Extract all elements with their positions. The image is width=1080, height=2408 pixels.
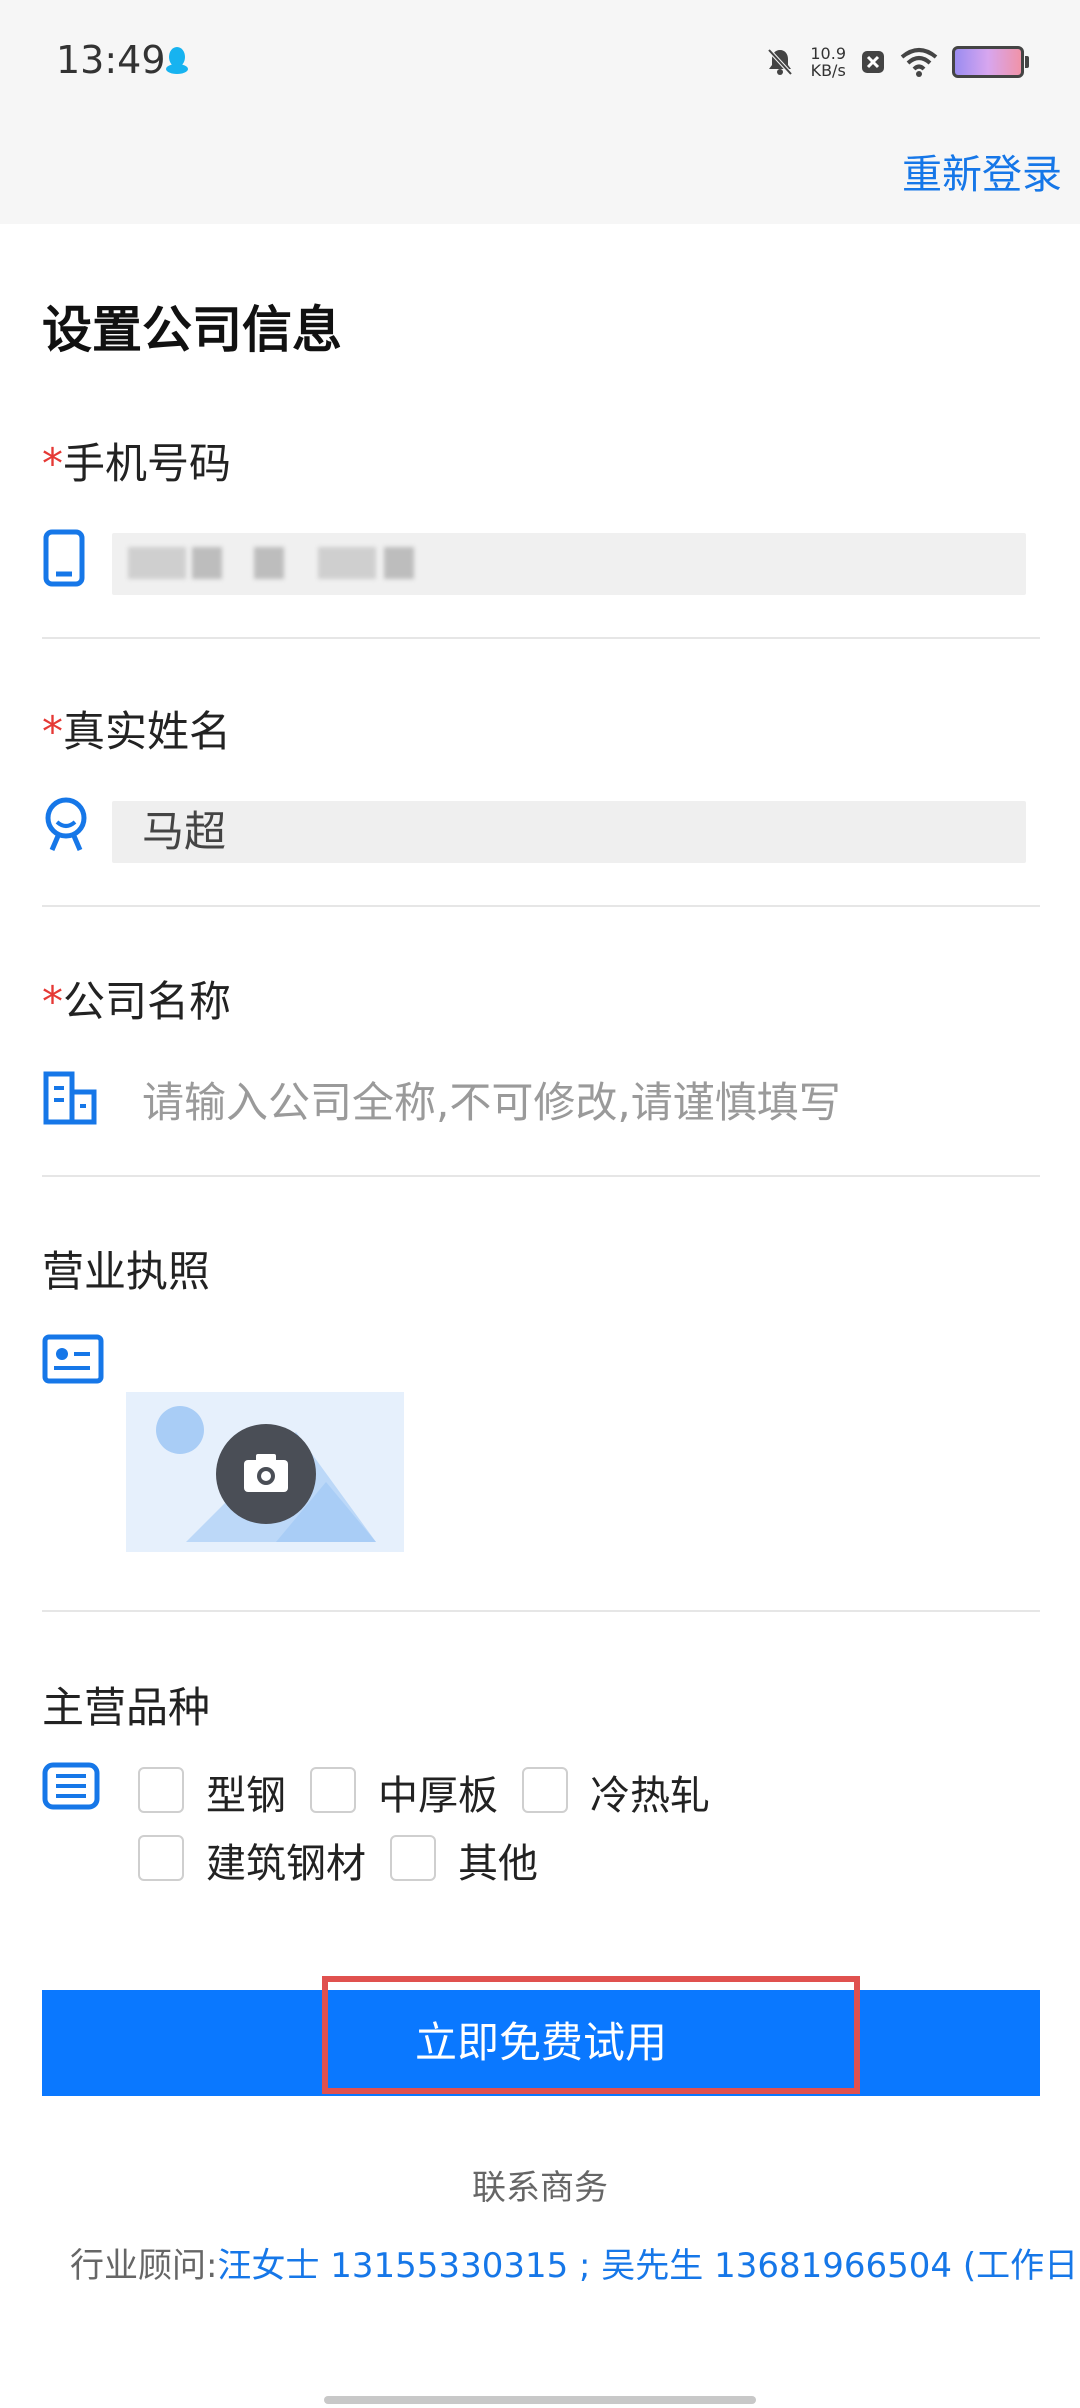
required-mark: *: [42, 707, 63, 756]
status-time: 13:49: [56, 38, 166, 82]
required-mark: *: [42, 977, 63, 1026]
home-indicator[interactable]: [324, 2396, 756, 2404]
varieties-label-text: 主营品种: [42, 1683, 211, 1732]
option-section-steel[interactable]: 型钢: [206, 1763, 286, 1821]
redacted-digit: [128, 547, 186, 579]
contact-title: 联系商务: [472, 2168, 608, 2208]
company-label: *公司名称: [42, 968, 1040, 1029]
sim-x-icon: [862, 51, 884, 73]
checkbox-medium-plate[interactable]: [310, 1767, 356, 1813]
option-cold-hot-rolled[interactable]: 冷热轧: [590, 1763, 710, 1821]
varieties-label: 主营品种: [42, 1674, 1040, 1735]
phone-icon: [43, 529, 85, 587]
required-mark: *: [42, 439, 63, 488]
wifi-icon: [900, 48, 938, 77]
checkbox-other[interactable]: [390, 1835, 436, 1881]
relogin-button[interactable]: 重新登录: [902, 142, 1062, 200]
page-title: 设置公司信息: [42, 301, 342, 359]
user-icon: [45, 797, 87, 851]
network-speed: 10.9 KB/s: [810, 45, 846, 79]
phone-input[interactable]: [112, 533, 1026, 595]
mute-bell-icon: [767, 48, 793, 76]
steel-coil-icon: [42, 1762, 100, 1810]
status-bar: 13:49 10.9 KB/s: [0, 0, 1080, 128]
top-bar: 重新登录: [0, 128, 1080, 224]
divider: [42, 905, 1040, 907]
camera-icon[interactable]: [216, 1424, 316, 1524]
redacted-digit: [318, 547, 376, 579]
advisor-prefix: 行业顾问:: [70, 2246, 218, 2286]
checkbox-construction-steel[interactable]: [138, 1835, 184, 1881]
redacted-digit: [254, 547, 284, 579]
phone-label: *手机号码: [42, 430, 1040, 491]
redacted-digit: [192, 547, 222, 579]
battery-icon: [952, 46, 1029, 78]
checkbox-cold-hot-rolled[interactable]: [522, 1767, 568, 1813]
speed-unit: KB/s: [810, 61, 846, 80]
advisor-line: 行业顾问:汪女士 13155330315 ; 吴先生 13681966504 (…: [70, 2238, 1078, 2287]
name-label-text: 真实姓名: [63, 707, 232, 756]
license-upload[interactable]: [126, 1392, 404, 1552]
building-icon: [43, 1071, 97, 1125]
status-icons: 10.9 KB/s: [764, 40, 1029, 84]
redacted-digit: [384, 547, 414, 579]
license-label-text: 营业执照: [42, 1247, 211, 1296]
qq-icon: [166, 47, 188, 74]
speed-value: 10.9: [810, 44, 846, 63]
divider: [42, 1610, 1040, 1612]
phone-label-text: 手机号码: [63, 439, 232, 488]
checkbox-section-steel[interactable]: [138, 1767, 184, 1813]
option-construction-steel[interactable]: 建筑钢材: [206, 1831, 366, 1889]
company-label-text: 公司名称: [63, 977, 232, 1026]
divider: [42, 637, 1040, 639]
company-input[interactable]: 请输入公司全称,不可修改,请谨慎填写: [112, 1072, 1026, 1134]
license-label: 营业执照: [42, 1238, 1040, 1299]
id-card-icon: [42, 1334, 104, 1384]
option-other[interactable]: 其他: [458, 1831, 538, 1889]
advisor-contacts-link[interactable]: 汪女士 13155330315 ; 吴先生 13681966504 (工作日: [217, 2246, 1078, 2286]
highlight-box: [322, 1976, 860, 2094]
name-input[interactable]: 马超: [112, 801, 1026, 863]
name-label: *真实姓名: [42, 698, 1040, 759]
option-medium-plate[interactable]: 中厚板: [378, 1763, 498, 1821]
divider: [42, 1175, 1040, 1177]
